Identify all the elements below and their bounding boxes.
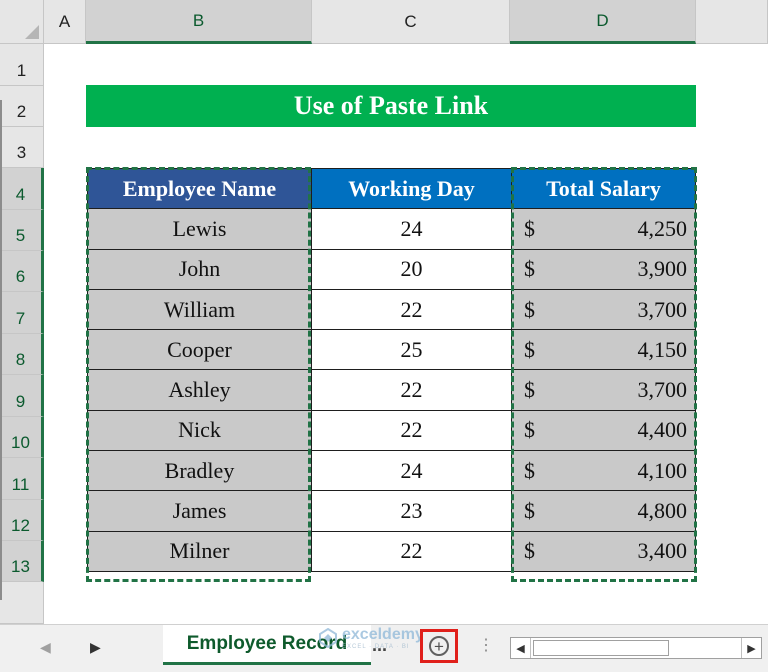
currency-symbol: $ xyxy=(524,417,535,443)
column-header-b[interactable]: B xyxy=(86,0,312,44)
select-all-triangle-icon xyxy=(25,25,39,39)
table-row: Milner 22 $3,400 xyxy=(87,530,696,572)
cell-days[interactable]: 23 xyxy=(311,490,512,532)
employee-table: Employee Name Working Day Total Salary L… xyxy=(87,167,696,572)
chevron-right-icon[interactable]: ▶ xyxy=(90,639,101,656)
spreadsheet-window: A B C D 1 2 3 4 5 6 7 8 9 10 11 12 13 Us… xyxy=(0,0,768,672)
cell-days[interactable]: 20 xyxy=(311,248,512,290)
cell-name[interactable]: Nick xyxy=(87,409,312,452)
more-sheets-button[interactable]: ... xyxy=(372,635,387,656)
exceldemy-logo-icon xyxy=(319,628,337,648)
row-header-6[interactable]: 6 xyxy=(0,251,44,292)
add-sheet-button[interactable]: + xyxy=(420,629,458,663)
row-header-4[interactable]: 4 xyxy=(0,168,44,210)
currency-symbol: $ xyxy=(524,296,535,322)
cell-salary[interactable]: $4,150 xyxy=(511,329,696,371)
cell-salary[interactable]: $4,250 xyxy=(511,208,696,250)
salary-value: 3,700 xyxy=(637,296,688,322)
cell-name[interactable]: William xyxy=(87,288,312,331)
column-header-blank[interactable] xyxy=(696,0,768,44)
sheet-title[interactable]: Use of Paste Link xyxy=(86,85,696,127)
cell-days[interactable]: 22 xyxy=(311,369,512,411)
cell-name[interactable]: Ashley xyxy=(87,369,312,411)
row-header-8[interactable]: 8 xyxy=(0,334,44,375)
currency-symbol: $ xyxy=(524,256,535,282)
salary-value: 4,250 xyxy=(637,215,688,241)
cell-name[interactable]: Bradley xyxy=(87,450,312,492)
cell-salary[interactable]: $3,400 xyxy=(511,530,696,572)
salary-value: 4,400 xyxy=(637,417,688,443)
cell-days[interactable]: 25 xyxy=(311,329,512,371)
cell-salary[interactable]: $4,800 xyxy=(511,490,696,532)
cell-salary[interactable]: $3,700 xyxy=(511,288,696,331)
row-header-3[interactable]: 3 xyxy=(0,127,44,168)
cell-days[interactable]: 24 xyxy=(311,450,512,492)
salary-value: 3,700 xyxy=(637,377,688,403)
table-row: William 22 $3,700 xyxy=(87,288,696,331)
row-header-9[interactable]: 9 xyxy=(0,375,44,417)
header-total-salary[interactable]: Total Salary xyxy=(511,167,696,210)
scroll-left-icon[interactable]: ◀ xyxy=(511,638,531,658)
cell-days[interactable]: 22 xyxy=(311,288,512,331)
exceldemy-watermark: exceldemy EXCEL · DATA · BI xyxy=(318,626,424,650)
cell-salary[interactable]: $3,700 xyxy=(511,369,696,411)
cell-days[interactable]: 22 xyxy=(311,409,512,452)
currency-symbol: $ xyxy=(524,336,535,362)
salary-value: 3,900 xyxy=(637,256,688,282)
cell-name[interactable]: Milner xyxy=(87,530,312,572)
table-row: Ashley 22 $3,700 xyxy=(87,369,696,411)
scroll-right-icon[interactable]: ▶ xyxy=(741,638,761,658)
row-header-blank[interactable] xyxy=(0,582,44,624)
cell-name[interactable]: Lewis xyxy=(87,208,312,250)
row-header-2[interactable]: 2 xyxy=(0,86,44,127)
row-header-5[interactable]: 5 xyxy=(0,210,44,251)
table-row: Nick 22 $4,400 xyxy=(87,409,696,452)
currency-symbol: $ xyxy=(524,457,535,483)
select-all-corner[interactable] xyxy=(0,0,44,44)
column-header-c[interactable]: C xyxy=(312,0,510,44)
row-header-1[interactable]: 1 xyxy=(0,44,44,86)
table-row: James 23 $4,800 xyxy=(87,490,696,532)
cell-name[interactable]: John xyxy=(87,248,312,290)
row-header-10[interactable]: 10 xyxy=(0,417,44,458)
cell-salary[interactable]: $4,100 xyxy=(511,450,696,492)
cell-days[interactable]: 24 xyxy=(311,208,512,250)
currency-symbol: $ xyxy=(524,215,535,241)
scroll-thumb[interactable] xyxy=(533,640,669,656)
currency-symbol: $ xyxy=(524,377,535,403)
sheet-tab-bar: ◀ ▶ Employee Record exceldemy EXCEL · DA… xyxy=(0,624,768,672)
cell-salary[interactable]: $3,900 xyxy=(511,248,696,290)
plus-circle-icon: + xyxy=(429,636,449,656)
cell-salary[interactable]: $4,400 xyxy=(511,409,696,452)
cell-days[interactable]: 22 xyxy=(311,530,512,572)
row-header-7[interactable]: 7 xyxy=(0,292,44,334)
currency-symbol: $ xyxy=(524,538,535,564)
currency-symbol: $ xyxy=(524,498,535,524)
cell-name[interactable]: Cooper xyxy=(87,329,312,371)
salary-value: 4,100 xyxy=(637,457,688,483)
table-row: Bradley 24 $4,100 xyxy=(87,450,696,492)
salary-value: 4,800 xyxy=(637,498,688,524)
row-header-12[interactable]: 12 xyxy=(0,500,44,541)
horizontal-scrollbar[interactable]: ◀ ▶ xyxy=(510,637,762,659)
table-row: Lewis 24 $4,250 xyxy=(87,208,696,250)
column-header-a[interactable]: A xyxy=(44,0,86,44)
cell-name[interactable]: James xyxy=(87,490,312,532)
table-row: John 20 $3,900 xyxy=(87,248,696,290)
window-left-edge xyxy=(0,100,2,600)
header-working-day[interactable]: Working Day xyxy=(311,167,512,210)
table-header-row: Employee Name Working Day Total Salary xyxy=(87,167,696,210)
row-header-13[interactable]: 13 xyxy=(0,541,44,582)
row-header-11[interactable]: 11 xyxy=(0,458,44,500)
split-handle-icon[interactable]: ⋮ xyxy=(478,635,494,655)
chevron-left-icon[interactable]: ◀ xyxy=(40,639,51,656)
table-row: Cooper 25 $4,150 xyxy=(87,329,696,371)
header-employee-name[interactable]: Employee Name xyxy=(87,167,312,210)
salary-value: 3,400 xyxy=(637,538,688,564)
column-header-d[interactable]: D xyxy=(510,0,696,44)
salary-value: 4,150 xyxy=(637,336,688,362)
